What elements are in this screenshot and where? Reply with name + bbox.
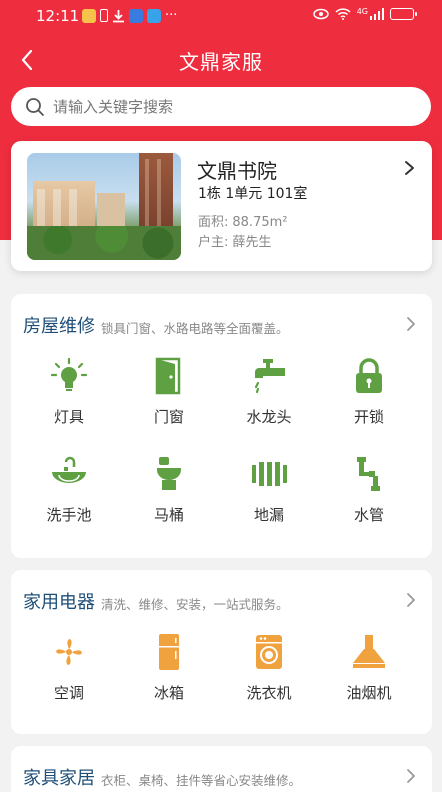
search-input[interactable]: 请输入关键字搜索 bbox=[11, 87, 431, 126]
page-title: 文鼎家服 bbox=[179, 50, 263, 74]
service-item-floor-drain[interactable]: 地漏 bbox=[229, 454, 309, 525]
section-desc: 清洗、维修、安装，一站式服务。 bbox=[101, 597, 289, 612]
section-title: 房屋维修 bbox=[23, 316, 95, 337]
section-appliances: 家用电器 清洗、维修、安装，一站式服务。 空调 冰箱 洗衣机 油烟机 bbox=[11, 570, 432, 734]
section-desc: 锁具门窗、水路电路等全面覆盖。 bbox=[101, 321, 289, 336]
service-item-refrigerator[interactable]: 冰箱 bbox=[129, 632, 209, 703]
lightbulb-icon bbox=[50, 357, 88, 391]
service-label: 灯具 bbox=[53, 408, 84, 426]
sink-icon bbox=[52, 456, 86, 483]
search-app-icon bbox=[147, 8, 161, 23]
range-hood-icon bbox=[353, 635, 385, 668]
service-item-lamp[interactable]: 灯具 bbox=[29, 356, 109, 427]
chevron-right-icon[interactable] bbox=[405, 316, 417, 332]
eye-icon bbox=[312, 8, 329, 20]
house-unit: 1栋 1单元 101室 bbox=[198, 186, 308, 202]
air-conditioner-icon bbox=[56, 639, 82, 665]
service-label: 开锁 bbox=[353, 408, 384, 426]
status-time: 12:11 bbox=[36, 7, 80, 25]
refrigerator-icon bbox=[159, 634, 179, 670]
chevron-right-icon[interactable] bbox=[405, 592, 417, 608]
owner-value: 薛先生 bbox=[232, 235, 272, 250]
owner-label: 户主: bbox=[198, 235, 229, 250]
section-title: 家具家居 bbox=[23, 768, 95, 789]
door-icon bbox=[155, 357, 181, 395]
search-placeholder: 请输入关键字搜索 bbox=[53, 98, 174, 116]
service-label: 冰箱 bbox=[153, 684, 184, 702]
download-icon bbox=[113, 9, 124, 22]
shield-app-icon bbox=[129, 8, 143, 23]
more-notifications-icon: ··· bbox=[165, 8, 178, 23]
section-title: 家用电器 bbox=[23, 592, 95, 613]
service-item-air-conditioner[interactable]: 空调 bbox=[29, 632, 109, 703]
section-house-repair: 房屋维修 锁具门窗、水路电路等全面覆盖。 灯具 门窗 水龙头 开锁 洗手池 马桶… bbox=[11, 294, 432, 558]
service-item-range-hood[interactable]: 油烟机 bbox=[329, 632, 409, 703]
service-label: 水管 bbox=[353, 506, 384, 524]
service-item-door[interactable]: 门窗 bbox=[129, 356, 209, 427]
faucet-icon bbox=[254, 359, 285, 394]
area-value: 88.75m² bbox=[232, 215, 288, 230]
house-photo bbox=[27, 153, 181, 260]
water-pipe-icon bbox=[357, 457, 380, 491]
lock-icon bbox=[356, 358, 382, 393]
status-bar: 12:11 ··· 4G bbox=[0, 0, 442, 32]
section-furniture: 家具家居 衣柜、桌椅、挂件等省心安装维修。 bbox=[11, 746, 432, 792]
service-label: 门窗 bbox=[153, 408, 184, 426]
status-notification-icons: ··· bbox=[82, 8, 177, 23]
service-item-unlock[interactable]: 开锁 bbox=[329, 356, 409, 427]
wifi-icon bbox=[335, 8, 351, 20]
status-system-icons: 4G bbox=[312, 6, 417, 20]
service-item-faucet[interactable]: 水龙头 bbox=[229, 356, 309, 427]
house-area: 面积: 88.75m² bbox=[198, 211, 287, 230]
section-desc: 衣柜、桌椅、挂件等省心安装维修。 bbox=[101, 773, 302, 788]
floor-drain-icon bbox=[252, 462, 287, 486]
toilet-icon bbox=[157, 457, 181, 490]
service-label: 洗衣机 bbox=[246, 684, 292, 702]
phone-icon bbox=[100, 9, 108, 22]
service-item-toilet[interactable]: 马桶 bbox=[129, 454, 209, 525]
area-label: 面积: bbox=[198, 215, 229, 230]
house-card[interactable]: 文鼎书院 1栋 1单元 101室 面积: 88.75m² 户主: 薛先生 bbox=[11, 141, 432, 271]
battery-icon bbox=[390, 8, 417, 20]
service-item-water-pipe[interactable]: 水管 bbox=[329, 454, 409, 525]
signal-icon bbox=[370, 8, 384, 20]
washing-machine-icon bbox=[256, 635, 282, 669]
service-label: 水龙头 bbox=[246, 408, 292, 426]
house-name: 文鼎书院 bbox=[197, 159, 277, 183]
search-icon bbox=[26, 97, 44, 116]
service-label: 地漏 bbox=[253, 506, 284, 524]
weibo-app-icon bbox=[82, 8, 96, 23]
service-item-washbasin[interactable]: 洗手池 bbox=[29, 454, 109, 525]
chevron-right-icon[interactable] bbox=[402, 160, 416, 176]
service-item-washing-machine[interactable]: 洗衣机 bbox=[229, 632, 309, 703]
service-label: 油烟机 bbox=[346, 684, 392, 702]
service-label: 马桶 bbox=[153, 506, 184, 524]
network-type: 4G bbox=[356, 6, 368, 16]
house-owner: 户主: 薛先生 bbox=[198, 231, 271, 250]
nav-bar: 文鼎家服 bbox=[0, 40, 442, 80]
service-label: 空调 bbox=[53, 684, 84, 702]
service-label: 洗手池 bbox=[46, 506, 92, 524]
chevron-right-icon[interactable] bbox=[405, 768, 417, 784]
